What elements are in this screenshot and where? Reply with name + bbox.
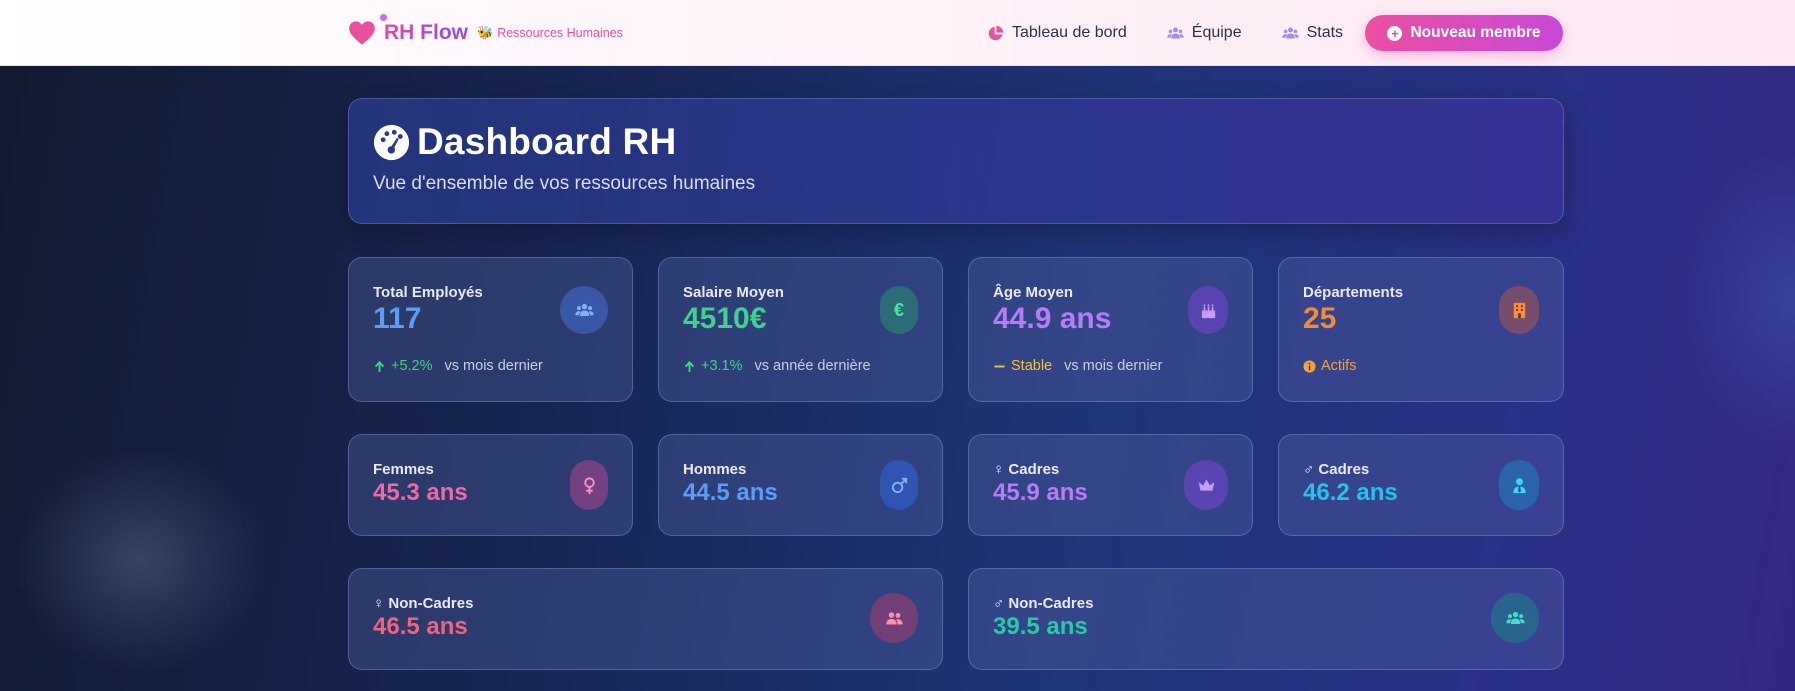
birthday-cake-icon	[1188, 286, 1228, 334]
bee-icon: 🐝	[477, 25, 494, 41]
age-label: ♂ Cadres	[1303, 461, 1370, 478]
arrow-up-icon	[684, 360, 695, 372]
stat-label: Total Employés	[373, 284, 483, 301]
gauge-icon	[373, 124, 410, 160]
stat-value: 44.9 ans	[993, 302, 1112, 335]
stat-reference: vs mois dernier	[1064, 358, 1163, 374]
age-label: ♂ Non-Cadres	[993, 595, 1094, 612]
users-icon	[1281, 27, 1299, 38]
age-label: ♀ Non-Cadres	[373, 595, 474, 612]
plus-icon: +	[1387, 25, 1403, 41]
stat-footer: Stable vs mois dernier	[993, 358, 1162, 374]
brand-name: RH Flow	[384, 21, 468, 44]
age-value: 45.3 ans	[373, 479, 468, 506]
euro-icon: €	[880, 286, 918, 334]
page-subtitle: Vue d'ensemble de vos ressources humaine…	[373, 173, 756, 194]
users-icon	[1167, 27, 1184, 38]
trend-up: +3.1%	[683, 358, 743, 374]
stat-label: Salaire Moyen	[683, 284, 784, 301]
crown-icon	[1184, 460, 1228, 510]
age-label: Femmes	[373, 461, 434, 478]
stat-card-age-moyen: Âge Moyen 44.9 ans Stable vs mois dernie…	[968, 257, 1253, 402]
stat-footer: Actifs	[1303, 358, 1368, 374]
nav-label: Équipe	[1191, 24, 1242, 41]
venus-icon	[570, 460, 608, 510]
heart-icon	[348, 14, 387, 46]
user-tie-icon	[1499, 460, 1539, 510]
stat-card-salaire-moyen: Salaire Moyen 4510€ € +3.1% vs année der…	[658, 257, 943, 402]
mars-icon	[880, 460, 918, 510]
age-card-cadres-femmes: ♀ Cadres 45.9 ans	[968, 434, 1253, 536]
stat-card-total-employes: Total Employés 117 +5.2% vs mois dernier	[348, 257, 633, 402]
dashboard-header: Dashboard RH Vue d'ensemble de vos resso…	[348, 98, 1564, 224]
building-icon	[1499, 286, 1539, 334]
stat-reference: vs année dernière	[754, 358, 871, 374]
age-label: ♀ Cadres	[993, 461, 1060, 478]
age-value: 39.5 ans	[993, 613, 1088, 640]
brand-dot	[380, 14, 387, 21]
age-card-hommes: Hommes 44.5 ans	[658, 434, 943, 536]
stat-value: 117	[373, 302, 422, 335]
nav-equipe[interactable]: Équipe	[1167, 24, 1242, 42]
minus-icon	[994, 365, 1005, 367]
stat-value: 25	[1303, 302, 1337, 335]
main-nav: Tableau de bord Équipe Stats	[987, 15, 1343, 51]
age-value: 46.2 ans	[1303, 479, 1398, 506]
nav-tableau-de-bord[interactable]: Tableau de bord	[987, 24, 1127, 42]
nav-label: Stats	[1306, 24, 1344, 41]
page-title: Dashboard RH	[373, 121, 676, 163]
age-label: Hommes	[683, 461, 747, 478]
stat-footer: +3.1% vs année dernière	[683, 358, 871, 374]
age-card-non-cadres-hommes: ♂ Non-Cadres 39.5 ans	[968, 568, 1564, 670]
new-member-button[interactable]: + Nouveau membre	[1365, 15, 1563, 51]
age-card-cadres-hommes: ♂ Cadres 46.2 ans	[1278, 434, 1564, 536]
brand-logo[interactable]: RH Flow 🐝 Ressources Humaines	[348, 14, 623, 49]
user-group-icon	[870, 593, 918, 643]
age-value: 44.5 ans	[683, 479, 778, 506]
nav-label: Tableau de bord	[1012, 24, 1127, 41]
info-icon	[1303, 359, 1316, 373]
top-navbar: RH Flow 🐝 Ressources Humaines Tableau de…	[0, 0, 1795, 66]
stat-footer: +5.2% vs mois dernier	[373, 358, 543, 374]
cta-label: Nouveau membre	[1410, 24, 1541, 41]
stat-label: Âge Moyen	[993, 284, 1074, 301]
age-card-non-cadres-femmes: ♀ Non-Cadres 46.5 ans	[348, 568, 943, 670]
trend-up: +5.2%	[373, 358, 433, 374]
stat-label: Départements	[1303, 284, 1404, 301]
brand-tagline: 🐝 Ressources Humaines	[477, 25, 623, 41]
stat-reference: vs mois dernier	[444, 358, 543, 374]
arrow-up-icon	[374, 360, 385, 372]
age-value: 46.5 ans	[373, 613, 468, 640]
users-icon	[560, 286, 608, 334]
trend-stable: Stable	[993, 358, 1052, 374]
stat-card-departements: Départements 25 Actifs	[1278, 257, 1564, 402]
stat-value: 4510€	[683, 302, 767, 335]
pie-chart-icon	[988, 25, 1004, 40]
age-card-femmes: Femmes 45.3 ans	[348, 434, 633, 536]
nav-stats[interactable]: Stats	[1281, 24, 1344, 42]
users-icon	[1491, 593, 1539, 643]
status-active: Actifs	[1303, 358, 1356, 374]
age-value: 45.9 ans	[993, 479, 1088, 506]
